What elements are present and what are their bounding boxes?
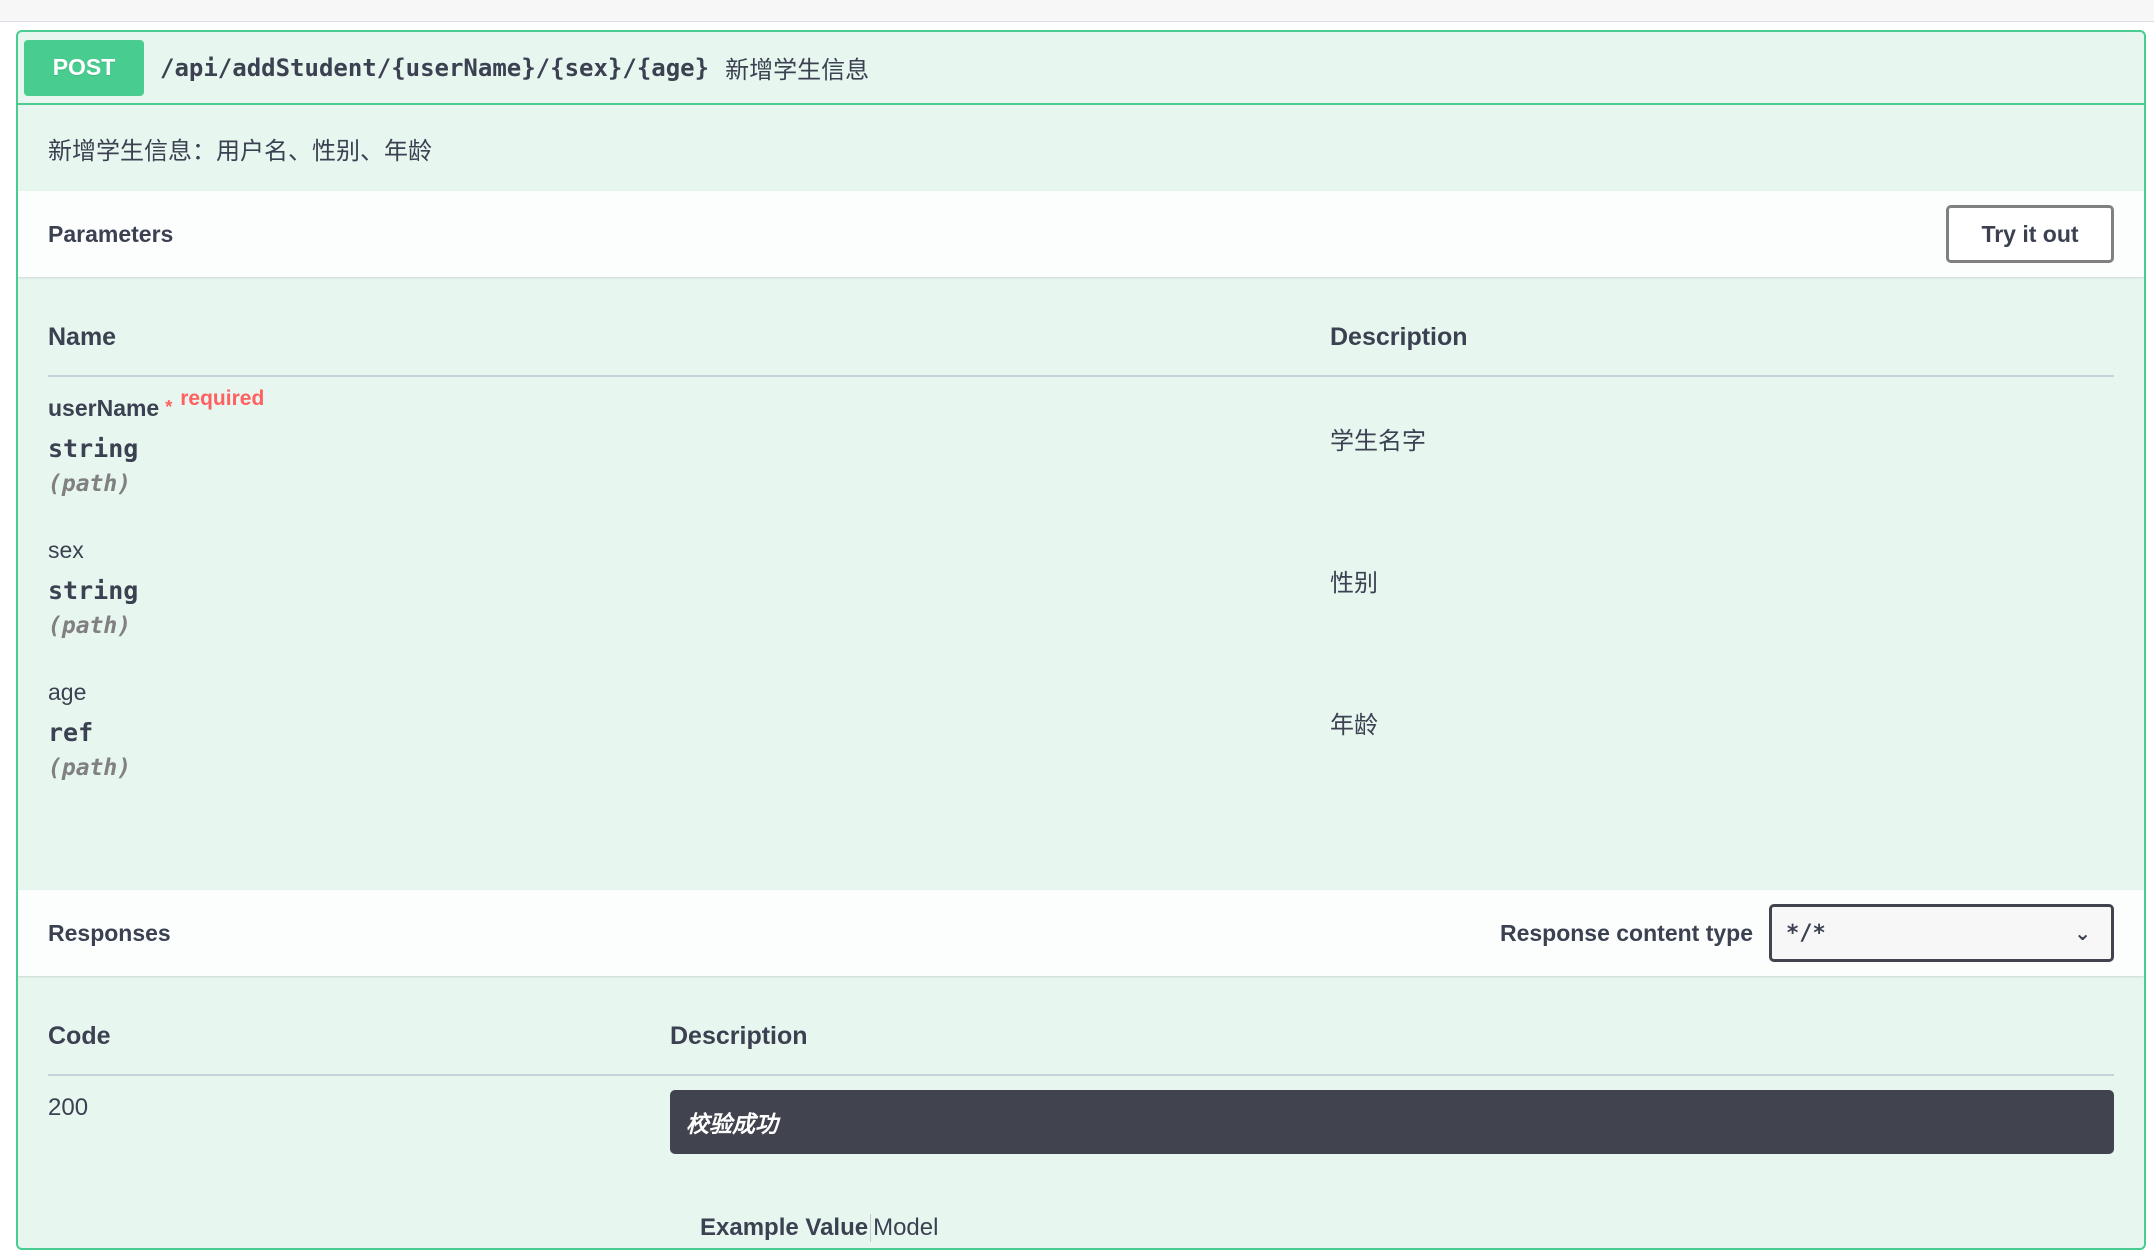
tab-divider — [870, 1214, 872, 1242]
response-content-type: Response content type */* ⌄ — [1500, 904, 2114, 962]
responses-table: Code Description 200 校验成功 Example Value … — [18, 976, 2144, 1242]
parameter-type: string — [48, 434, 139, 463]
col-header-description: Description — [1330, 323, 1468, 351]
parameters-table-header: Name Description — [48, 323, 2114, 377]
col-header-code: Code — [48, 1022, 111, 1050]
try-it-out-button[interactable]: Try it out — [1946, 205, 2114, 263]
required-star: * — [165, 397, 173, 417]
parameter-name: sex — [48, 537, 84, 563]
method-badge: POST — [24, 39, 144, 96]
parameter-description: 年龄 — [1330, 712, 1378, 739]
parameters-title: Parameters — [48, 220, 174, 247]
response-content-type-select[interactable]: */* ⌄ — [1769, 904, 2114, 962]
parameter-description: 性别 — [1330, 570, 1378, 597]
parameter-in: (path) — [48, 471, 132, 497]
responses-header: Responses Response content type */* ⌄ — [18, 890, 2144, 976]
operation-description: 新增学生信息：用户名、性别、年龄 — [48, 138, 432, 165]
parameter-name-text: userName — [48, 395, 160, 421]
parameter-type: ref — [48, 718, 94, 747]
response-description: 校验成功 — [670, 1090, 2114, 1154]
parameter-in: (path) — [48, 613, 132, 639]
top-divider — [0, 0, 2154, 22]
parameter-in: (path) — [48, 755, 132, 781]
chevron-down-icon: ⌄ — [2074, 921, 2091, 945]
operation-summary-text: 新增学生信息 — [725, 57, 870, 84]
tab-model[interactable]: Model — [873, 1214, 938, 1242]
parameters-table: Name Description userName * required str… — [18, 277, 2144, 890]
tab-example-value[interactable]: Example Value — [700, 1214, 868, 1242]
response-code: 200 — [48, 1094, 89, 1121]
operation-summary[interactable]: POST /api/addStudent/{userName}/{sex}/{a… — [18, 32, 2144, 105]
parameter-name: userName * required — [48, 387, 1330, 422]
parameter-name: age — [48, 679, 87, 705]
col-header-description: Description — [670, 1022, 808, 1050]
parameter-type: string — [48, 576, 139, 605]
response-row-200: 200 校验成功 — [48, 1076, 2114, 1154]
example-model-tabs: Example Value Model — [700, 1214, 2114, 1242]
response-content-type-label: Response content type — [1499, 919, 1753, 946]
response-content-type-value: */* — [1786, 920, 1826, 946]
parameter-row-age: age ref (path) 年龄 — [48, 661, 2114, 803]
parameter-row-username: userName * required string (path) 学生名字 — [48, 377, 2114, 519]
responses-title: Responses — [48, 919, 171, 946]
required-label: required — [180, 387, 265, 410]
col-header-name: Name — [48, 323, 117, 351]
parameters-header: Parameters Try it out — [18, 191, 2144, 277]
parameter-row-sex: sex string (path) 性别 — [48, 519, 2114, 661]
operation-path: /api/addStudent/{userName}/{sex}/{age} — [160, 53, 710, 82]
parameter-description: 学生名字 — [1330, 428, 1426, 455]
responses-table-header: Code Description — [48, 1022, 2114, 1076]
operation-block-post: POST /api/addStudent/{userName}/{sex}/{a… — [16, 30, 2146, 1250]
